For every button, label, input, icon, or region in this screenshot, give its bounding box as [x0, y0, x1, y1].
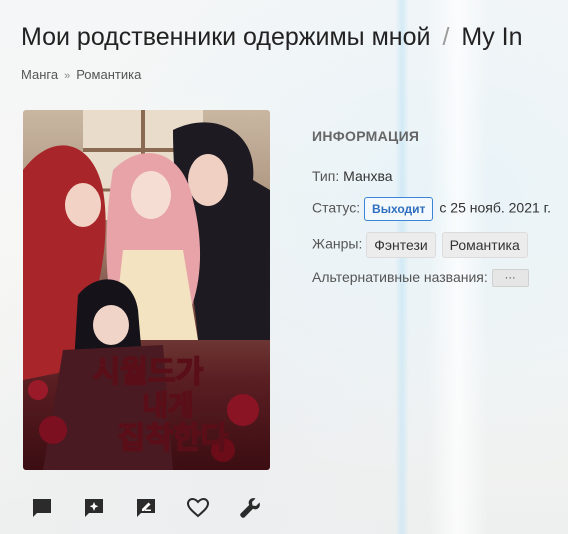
cover-title-line2: 내게 [142, 389, 194, 422]
type-value-link[interactable]: Манхва [343, 168, 392, 184]
status-badge[interactable]: Выходит [364, 197, 434, 221]
alt-names-row: Альтернативные названия: ··· [312, 269, 529, 288]
genres-row: Жанры: Фэнтези Романтика [312, 232, 530, 258]
breadcrumb-romance[interactable]: Романтика [76, 67, 141, 82]
page-title: Мои родственники одержимы мной / My In [21, 23, 523, 52]
background-light-glow [428, 0, 488, 534]
type-row: Тип: Манхва [312, 168, 393, 184]
cover-artwork: 시월드가 내게 집착한다 [23, 110, 270, 470]
cover-title-line1: 시월드가 [93, 355, 204, 390]
info-heading: ИНФОРМАЦИЯ [312, 128, 420, 144]
status-label: Статус: [312, 199, 361, 216]
comments-button[interactable] [30, 496, 56, 522]
background-light-streak [395, 0, 409, 534]
genre-tag-fantasy[interactable]: Фэнтези [366, 232, 436, 258]
breadcrumb: Манга » Романтика [21, 67, 141, 82]
title-separator: / [442, 23, 450, 51]
edit-button[interactable] [134, 496, 160, 522]
add-review-button[interactable] [82, 496, 108, 522]
cover-image[interactable]: 시월드가 내게 집착한다 [23, 110, 270, 470]
add-review-icon [85, 499, 103, 517]
type-label: Тип: [312, 168, 340, 184]
edit-icon [137, 499, 155, 517]
status-row: Статус: Выходит с 25 нояб. 2021 г. [312, 197, 551, 221]
status-since: с 25 нояб. 2021 г. [439, 199, 551, 216]
info-panel: ИНФОРМАЦИЯ Тип: Манхва Статус: Выходит с … [312, 128, 551, 288]
comments-icon [33, 499, 51, 517]
genres-label: Жанры: [312, 235, 363, 252]
settings-button[interactable] [238, 496, 264, 522]
breadcrumb-manga[interactable]: Манга [21, 67, 58, 82]
alt-names-expand-button[interactable]: ··· [491, 269, 529, 288]
genre-tag-romance[interactable]: Романтика [441, 232, 528, 258]
title-alternate: My In [461, 23, 523, 51]
breadcrumb-separator: » [64, 70, 71, 82]
alt-names-label: Альтернативные названия: [312, 269, 488, 285]
favorite-button[interactable] [186, 496, 212, 522]
wrench-icon [240, 498, 260, 518]
cover-title-line3: 집착한다 [118, 421, 229, 456]
favorite-heart-icon [186, 497, 210, 518]
title-main: Мои родственники одержимы мной [21, 23, 431, 51]
